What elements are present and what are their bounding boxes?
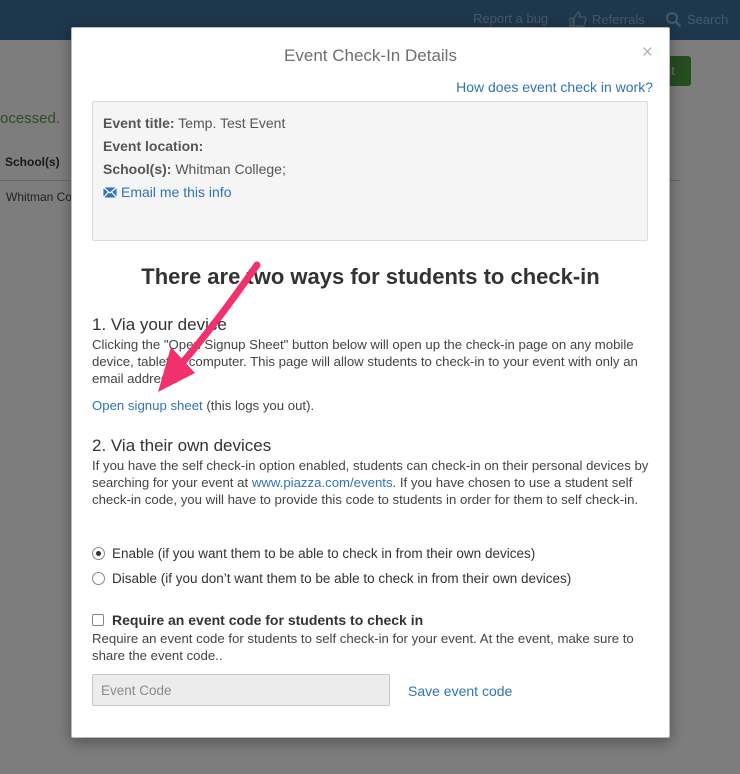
section-via-own-devices-title: 2. Via their own devices: [92, 436, 272, 455]
enable-radio[interactable]: [92, 547, 105, 560]
require-code-checkbox[interactable]: [92, 614, 104, 626]
signup-sheet-note: (this logs you out).: [202, 398, 315, 413]
signup-sheet-line: Open signup sheet (this logs you out).: [92, 397, 652, 414]
schools-label: School(s):: [103, 161, 172, 177]
enable-option-label: Enable (if you want them to be able to c…: [112, 546, 536, 561]
require-code-option[interactable]: Require an event code for students to ch…: [92, 612, 423, 628]
open-signup-sheet-link[interactable]: Open signup sheet: [92, 398, 203, 413]
envelope-icon: [103, 186, 117, 198]
save-event-code-link[interactable]: Save event code: [408, 683, 512, 699]
disable-option-label: Disable (if you don’t want them to be ab…: [112, 571, 572, 586]
checkin-ways-heading: There are two ways for students to check…: [141, 264, 600, 289]
modal-title: Event Check-In Details: [284, 46, 457, 65]
event-location-label: Event location:: [103, 138, 204, 154]
section-via-your-device-title: 1. Via your device: [92, 315, 227, 334]
require-code-description: Require an event code for students to se…: [92, 631, 634, 663]
email-info-link[interactable]: Email me this info: [103, 184, 231, 200]
section-via-your-device-description: Clicking the "Open Signup Sheet" button …: [92, 337, 638, 386]
enable-option[interactable]: Enable (if you want them to be able to c…: [92, 546, 535, 561]
section-via-own-devices-description: If you have the self check-in option ena…: [92, 457, 652, 508]
event-checkin-modal: Event Check-In Details × How does event …: [71, 27, 670, 738]
piazza-events-link[interactable]: www.piazza.com/events: [252, 475, 393, 490]
event-info-box: Event title: Temp. Test Event Event loca…: [92, 101, 648, 241]
schools-value: Whitman College;: [171, 161, 286, 177]
how-checkin-works-link[interactable]: How does event check in work?: [456, 79, 653, 95]
require-code-label: Require an event code for students to ch…: [112, 612, 424, 628]
event-location-line: Event location:: [103, 138, 203, 154]
event-title-line: Event title: Temp. Test Event: [103, 115, 285, 131]
event-title-label: Event title:: [103, 115, 175, 131]
event-title-value: Temp. Test Event: [174, 115, 286, 131]
disable-radio[interactable]: [92, 572, 105, 585]
close-icon[interactable]: ×: [642, 42, 653, 64]
event-code-input[interactable]: [92, 674, 390, 706]
email-info-label: Email me this info: [121, 184, 232, 200]
schools-line: School(s): Whitman College;: [103, 161, 286, 177]
disable-option[interactable]: Disable (if you don’t want them to be ab…: [92, 571, 571, 586]
